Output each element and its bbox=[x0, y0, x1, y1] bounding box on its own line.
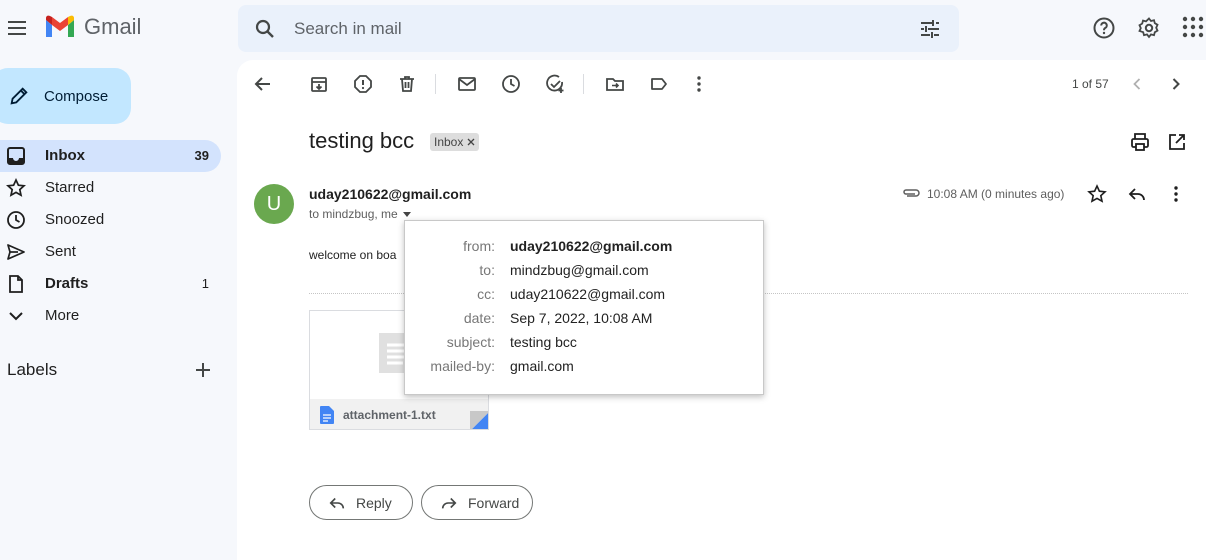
report-spam-icon[interactable] bbox=[353, 74, 373, 94]
details-key: mailed-by: bbox=[430, 358, 495, 374]
recipients-line: to mindzbug, me bbox=[309, 207, 412, 221]
pagination-count: 1 of 57 bbox=[1072, 77, 1109, 91]
toolbar-divider bbox=[583, 74, 584, 94]
recipients-text: to mindzbug, me bbox=[309, 207, 398, 221]
send-icon bbox=[6, 242, 26, 262]
sidebar-item-snoozed[interactable]: Snoozed bbox=[0, 204, 221, 236]
message-time: 10:08 AM (0 minutes ago) bbox=[927, 187, 1065, 201]
print-icon[interactable] bbox=[1130, 132, 1150, 152]
attachment-paperclip-icon bbox=[902, 186, 920, 200]
message-body: welcome on boa bbox=[309, 248, 397, 262]
search-bar[interactable] bbox=[238, 5, 959, 52]
draft-count: 1 bbox=[201, 276, 209, 291]
sidebar-item-label: Snoozed bbox=[45, 211, 105, 228]
reply-arrow-icon bbox=[328, 494, 346, 512]
details-key: subject: bbox=[446, 334, 495, 350]
compose-label: Compose bbox=[44, 87, 109, 105]
details-value: Sep 7, 2022, 10:08 AM bbox=[510, 310, 653, 326]
inbox-label-chip: Inbox bbox=[430, 133, 480, 151]
chevron-down-icon bbox=[6, 306, 26, 326]
details-key: from: bbox=[463, 238, 495, 254]
reply-button[interactable]: Reply bbox=[309, 485, 413, 520]
add-label-plus-icon[interactable] bbox=[193, 360, 213, 380]
details-row-date: date: Sep 7, 2022, 10:08 AM bbox=[405, 310, 765, 330]
unread-count: 39 bbox=[194, 148, 209, 163]
message-subject: testing bcc bbox=[309, 128, 415, 153]
labels-heading: Labels bbox=[7, 360, 58, 379]
inbox-icon bbox=[6, 146, 26, 166]
label-tag-icon[interactable] bbox=[649, 74, 669, 94]
forward-button[interactable]: Forward bbox=[421, 485, 533, 520]
details-key: cc: bbox=[477, 286, 495, 302]
mark-unread-mail-icon[interactable] bbox=[457, 74, 477, 94]
sidebar-item-label: Inbox bbox=[45, 147, 85, 164]
sidebar-item-more[interactable]: More bbox=[0, 300, 221, 332]
star-icon bbox=[6, 178, 26, 198]
details-key: to: bbox=[479, 262, 495, 278]
details-value[interactable]: mindzbug@gmail.com bbox=[510, 262, 649, 278]
details-row-to: to: mindzbug@gmail.com bbox=[405, 262, 765, 282]
sender-avatar[interactable]: U bbox=[254, 184, 294, 224]
settings-gear-icon[interactable] bbox=[1137, 16, 1161, 40]
details-value[interactable]: uday210622@gmail.com bbox=[510, 286, 665, 302]
reply-label: Reply bbox=[356, 494, 392, 511]
sidebar-item-label: Drafts bbox=[45, 275, 89, 292]
sender-email[interactable]: uday210622@gmail.com bbox=[309, 186, 471, 202]
sidebar-item-label: Sent bbox=[45, 243, 76, 260]
show-details-caret-icon[interactable] bbox=[402, 209, 412, 219]
sidebar-item-inbox[interactable]: Inbox 39 bbox=[0, 140, 221, 172]
archive-icon[interactable] bbox=[309, 74, 329, 94]
sidebar-item-starred[interactable]: Starred bbox=[0, 172, 221, 204]
back-arrow-icon[interactable] bbox=[253, 74, 273, 94]
details-value: gmail.com bbox=[510, 358, 574, 374]
gmail-m-icon bbox=[44, 15, 76, 39]
sidebar-item-sent[interactable]: Sent bbox=[0, 236, 221, 268]
top-bar: Gmail bbox=[0, 0, 1206, 60]
logo-text: Gmail bbox=[84, 14, 142, 39]
pencil-icon bbox=[8, 85, 30, 107]
more-options-vertical-icon[interactable] bbox=[689, 74, 709, 94]
attachment-footer: attachment-1.txt bbox=[310, 399, 488, 429]
toolbar-divider bbox=[435, 74, 436, 94]
remove-label-x-icon[interactable] bbox=[467, 138, 475, 146]
apps-grid-icon[interactable] bbox=[1182, 16, 1204, 38]
sidebar-item-label: More bbox=[45, 307, 80, 324]
details-row-subject: subject: testing bcc bbox=[405, 334, 765, 354]
open-in-new-window-icon[interactable] bbox=[1167, 132, 1187, 152]
reply-arrow-icon[interactable] bbox=[1127, 184, 1147, 204]
attachment-filename: attachment-1.txt bbox=[343, 408, 436, 422]
chevron-left-icon[interactable] bbox=[1127, 74, 1147, 94]
details-row-mailed-by: mailed-by: gmail.com bbox=[405, 358, 765, 378]
compose-button[interactable]: Compose bbox=[0, 68, 131, 124]
page-fold-corner-icon bbox=[450, 411, 488, 429]
snooze-clock-icon[interactable] bbox=[501, 74, 521, 94]
details-row-from: from: uday210622@gmail.com bbox=[405, 238, 765, 258]
delete-trash-icon[interactable] bbox=[397, 74, 417, 94]
chevron-right-icon[interactable] bbox=[1166, 74, 1186, 94]
search-options-icon[interactable] bbox=[918, 17, 942, 41]
search-icon[interactable] bbox=[253, 17, 277, 41]
details-row-cc: cc: uday210622@gmail.com bbox=[405, 286, 765, 306]
search-input[interactable] bbox=[294, 14, 894, 43]
add-to-tasks-icon[interactable] bbox=[545, 74, 565, 94]
more-options-vertical-icon[interactable] bbox=[1166, 184, 1186, 204]
move-to-folder-icon[interactable] bbox=[605, 74, 625, 94]
gmail-logo[interactable]: Gmail bbox=[44, 14, 141, 40]
main-menu-icon[interactable] bbox=[4, 12, 30, 44]
clock-icon bbox=[6, 210, 26, 230]
details-value[interactable]: uday210622@gmail.com bbox=[510, 238, 672, 254]
forward-arrow-icon bbox=[440, 494, 458, 512]
chip-label: Inbox bbox=[434, 135, 464, 149]
details-value: testing bcc bbox=[510, 334, 577, 350]
sidebar-item-label: Starred bbox=[45, 179, 95, 196]
forward-label: Forward bbox=[468, 494, 520, 511]
message-details-popup: from: uday210622@gmail.com to: mindzbug@… bbox=[404, 220, 764, 395]
details-key: date: bbox=[463, 310, 495, 326]
help-icon[interactable] bbox=[1092, 16, 1116, 40]
draft-icon bbox=[6, 274, 26, 294]
sidebar-item-drafts[interactable]: Drafts 1 bbox=[0, 268, 221, 300]
star-icon[interactable] bbox=[1087, 184, 1107, 204]
text-file-icon bbox=[320, 406, 334, 424]
